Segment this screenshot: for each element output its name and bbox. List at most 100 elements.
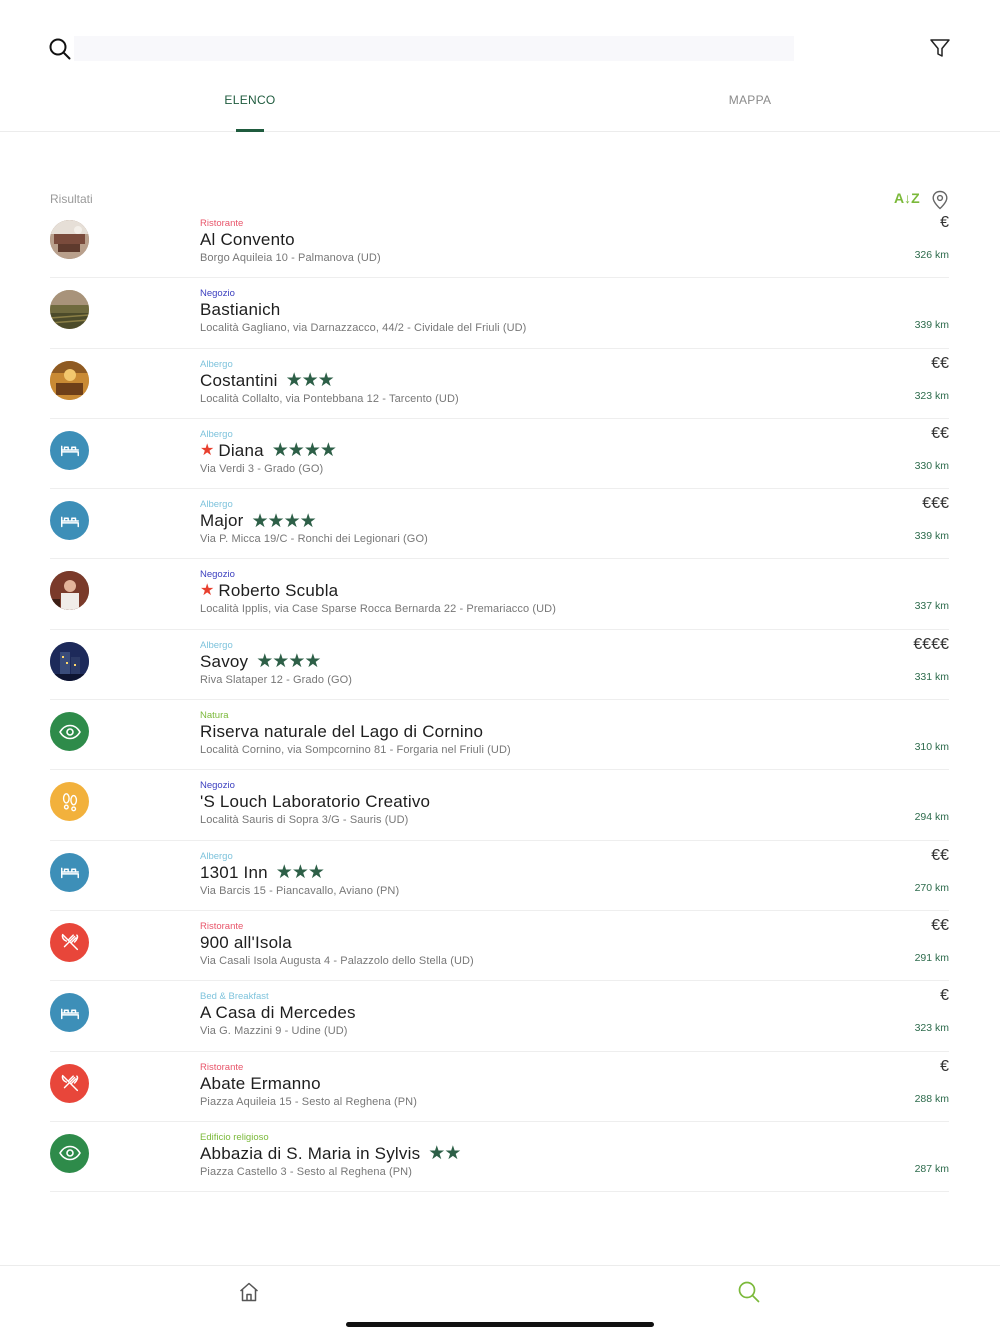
bed-icon bbox=[50, 993, 89, 1033]
distance-label: 323 km bbox=[914, 1022, 949, 1035]
thumbnail-photo bbox=[50, 290, 89, 330]
price-level: €€ bbox=[931, 354, 949, 372]
item-name: Savoy bbox=[200, 651, 249, 671]
item-name: Roberto Scubla bbox=[218, 581, 339, 601]
footprints-icon bbox=[50, 782, 89, 822]
item-address: Località Collalto, via Pontebbana 12 - T… bbox=[200, 392, 459, 405]
filter-icon[interactable] bbox=[928, 36, 952, 60]
item-address: Località Cornino, via Sompcornino 81 - F… bbox=[200, 744, 511, 757]
item-name: Costantini bbox=[200, 370, 278, 390]
distance-label: 330 km bbox=[914, 459, 949, 472]
tab-elenco[interactable]: ELENCO bbox=[160, 93, 340, 107]
thumbnail-photo bbox=[50, 641, 89, 681]
list-item[interactable]: Albergo 1301 Inn ★★★ Via Barcis 15 - Pianca… bbox=[50, 841, 949, 911]
distance-label: 339 km bbox=[914, 530, 949, 543]
item-address: Riva Slataper 12 - Grado (GO) bbox=[200, 673, 353, 686]
item-name: 900 all'Isola bbox=[200, 932, 292, 952]
item-name: Riserva naturale del Lago di Cornino bbox=[200, 722, 484, 742]
category-label: Negozio bbox=[200, 780, 235, 792]
distance-label: 326 km bbox=[914, 249, 949, 261]
category-label: Natura bbox=[200, 710, 229, 722]
list-item[interactable]: Albergo Savoy ★★★★ Riva Slataper 12 - Grado… bbox=[50, 630, 949, 701]
eye-icon bbox=[50, 1133, 89, 1173]
list-item[interactable]: Bed & Breakfast A Casa di Mercedes Via G. … bbox=[50, 981, 949, 1052]
star-rating: ★★ bbox=[428, 1143, 461, 1165]
item-address: Via Barcis 15 - Piancavallo, Aviano (PN) bbox=[200, 884, 400, 897]
eye-icon bbox=[50, 712, 89, 752]
distance-label: 270 km bbox=[914, 881, 949, 894]
list-item[interactable]: Natura Riserva naturale del Lago di Corni… bbox=[50, 700, 949, 771]
top-bar: ELENCO MAPPA bbox=[0, 0, 1000, 132]
item-name: Abbazia di S. Maria in Sylvis bbox=[200, 1143, 421, 1163]
cutlery-icon bbox=[50, 922, 89, 962]
tab-mappa[interactable]: MAPPA bbox=[660, 93, 840, 107]
item-address: Via Casali Isola Augusta 4 - Palazzolo d… bbox=[200, 954, 474, 967]
list-item[interactable]: Negozio ★ Roberto Scubla Località Ipplis, v… bbox=[50, 559, 949, 630]
item-address: Località Ipplis, via Case Sparse Rocca B… bbox=[200, 603, 556, 616]
sort-az-button[interactable]: A↓Z bbox=[894, 190, 920, 206]
location-pin-icon[interactable] bbox=[931, 190, 949, 210]
results-list: Ristorante Al Convento Borgo Aquileia 10 -… bbox=[50, 208, 949, 1193]
category-label: Ristorante bbox=[200, 1061, 244, 1073]
price-level: € bbox=[940, 1057, 949, 1075]
star-rating: ★★★★ bbox=[256, 651, 321, 673]
active-tab-indicator bbox=[236, 129, 264, 132]
list-item[interactable]: Ristorante 900 all'Isola Via Casali Isola … bbox=[50, 911, 949, 982]
item-name: Bastianich bbox=[200, 300, 281, 320]
bed-icon bbox=[50, 501, 89, 541]
price-level: €€ bbox=[931, 424, 949, 442]
list-item[interactable]: Edificio religioso Abbazia di S. Maria in… bbox=[50, 1122, 949, 1193]
item-address: Via Verdi 3 - Grado (GO) bbox=[200, 462, 324, 475]
item-address: Piazza Aquileia 15 - Sesto al Reghena (P… bbox=[200, 1095, 417, 1108]
home-indicator bbox=[346, 1322, 654, 1327]
featured-star-icon: ★ bbox=[200, 582, 215, 600]
list-item[interactable]: Ristorante Abate Ermanno Piazza Aquileia 1… bbox=[50, 1052, 949, 1122]
search-input[interactable] bbox=[74, 36, 794, 61]
item-address: Località Sauris di Sopra 3/G - Sauris (U… bbox=[200, 814, 409, 827]
list-item[interactable]: Albergo ★ Diana ★★★★ Via Verdi 3 - Grado (GO… bbox=[50, 419, 949, 490]
item-name: Al Convento bbox=[200, 230, 295, 249]
item-address: Borgo Aquileia 10 - Palmanova (UD) bbox=[200, 252, 381, 264]
bed-icon bbox=[50, 852, 89, 892]
list-item[interactable]: Ristorante Al Convento Borgo Aquileia 10 -… bbox=[50, 208, 949, 279]
list-item[interactable]: Negozio 'S Louch Laboratorio Creativo Loca… bbox=[50, 770, 949, 841]
category-label: Albergo bbox=[200, 499, 233, 511]
distance-label: 323 km bbox=[914, 389, 949, 402]
thumbnail-photo bbox=[50, 571, 89, 611]
item-name: Major bbox=[200, 511, 244, 531]
list-item[interactable]: Albergo Major ★★★★ Via P. Micca 19/C - Ronc… bbox=[50, 489, 949, 560]
list-item[interactable]: Negozio Bastianich Località Gagliano, via … bbox=[50, 278, 949, 349]
distance-label: 331 km bbox=[914, 670, 949, 683]
distance-label: 291 km bbox=[914, 951, 949, 964]
item-name: Abate Ermanno bbox=[200, 1073, 321, 1093]
category-label: Albergo bbox=[200, 428, 233, 440]
category-label: Negozio bbox=[200, 569, 235, 581]
category-label: Bed & Breakfast bbox=[200, 991, 269, 1003]
cutlery-icon bbox=[50, 1063, 89, 1103]
category-label: Edificio religioso bbox=[200, 1131, 269, 1143]
search-tab-icon[interactable] bbox=[737, 1280, 761, 1304]
price-level: €€€ bbox=[922, 495, 949, 513]
distance-label: 310 km bbox=[914, 741, 949, 754]
item-name: Diana bbox=[218, 440, 264, 460]
item-name: 1301 Inn bbox=[200, 862, 268, 882]
price-level: € bbox=[940, 214, 949, 231]
price-level: €€ bbox=[931, 916, 949, 934]
category-label: Albergo bbox=[200, 639, 233, 651]
list-item[interactable]: Albergo Costantini ★★★ Località Collalto, v… bbox=[50, 349, 949, 419]
price-level: € bbox=[940, 987, 949, 1005]
results-label: Risultati bbox=[50, 192, 93, 206]
item-address: Via G. Mazzini 9 - Udine (UD) bbox=[200, 1025, 348, 1038]
category-label: Ristorante bbox=[200, 218, 244, 229]
item-address: Località Gagliano, via Darnazzacco, 44/2… bbox=[200, 322, 527, 335]
category-label: Ristorante bbox=[200, 920, 244, 932]
item-address: Piazza Castello 3 - Sesto al Reghena (PN… bbox=[200, 1165, 412, 1178]
home-icon[interactable] bbox=[237, 1280, 261, 1304]
item-name: A Casa di Mercedes bbox=[200, 1003, 356, 1023]
thumbnail-photo bbox=[50, 360, 89, 400]
category-label: Albergo bbox=[200, 358, 233, 370]
price-level: €€ bbox=[931, 846, 949, 864]
search-icon bbox=[49, 38, 71, 60]
item-address: Via P. Micca 19/C - Ronchi dei Legionari… bbox=[200, 533, 428, 546]
bed-icon bbox=[50, 430, 89, 470]
